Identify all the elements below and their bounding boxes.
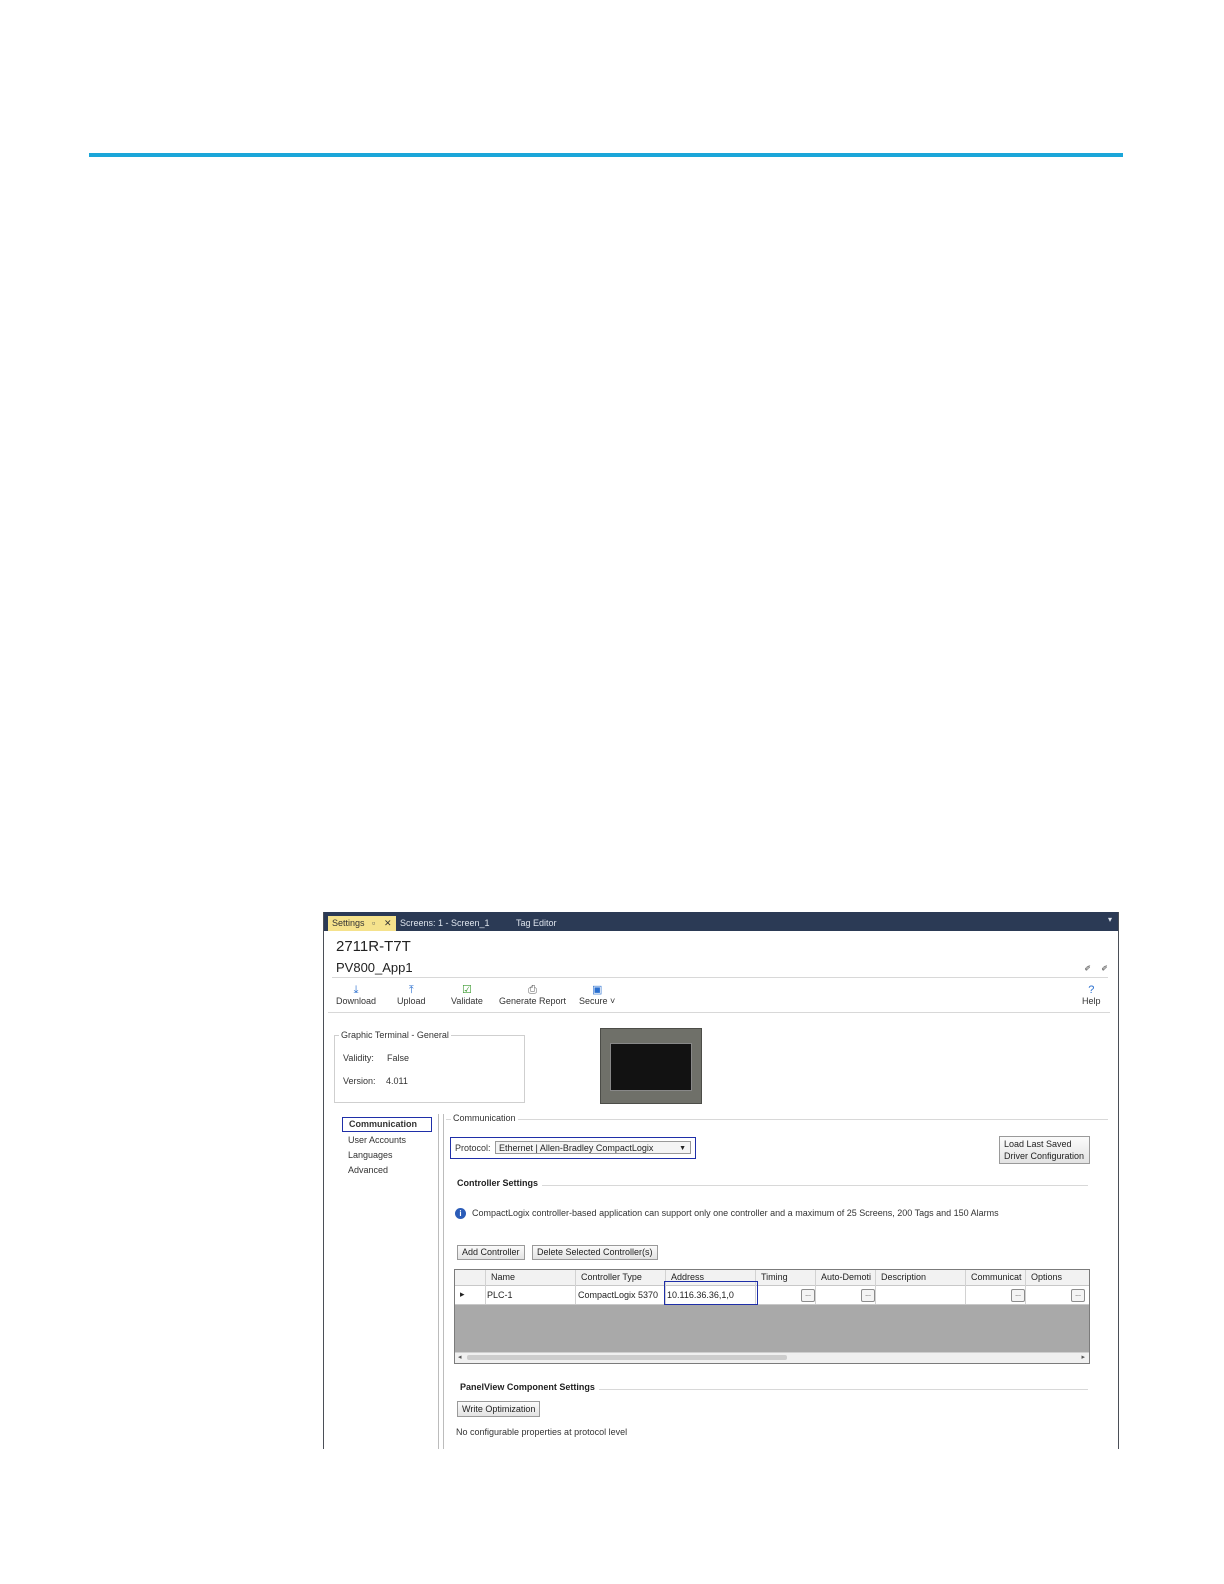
validate-label: Validate (451, 996, 483, 1006)
help-button[interactable]: ? Help (1082, 984, 1101, 1006)
write-optimization-button[interactable]: Write Optimization (457, 1401, 541, 1417)
nav-languages[interactable]: Languages (348, 1150, 393, 1160)
column-divider (575, 1270, 576, 1304)
options-ellipsis-button[interactable]: ... (1071, 1289, 1085, 1302)
protocol-highlight: Protocol: Ethernet | Allen-Bradley Compa… (450, 1137, 696, 1159)
column-divider (485, 1270, 486, 1304)
protocol-label: Protocol: (455, 1143, 491, 1153)
cell-controller-type[interactable]: CompactLogix 5370 (578, 1290, 658, 1300)
upload-label: Upload (397, 996, 426, 1006)
download-button[interactable]: ⤓ Download (336, 984, 376, 1006)
divider (458, 1185, 1088, 1186)
scrollbar-thumb[interactable] (467, 1355, 787, 1360)
general-group-title: Graphic Terminal - General (339, 1030, 451, 1040)
address-highlight (664, 1281, 758, 1305)
tab-screens[interactable]: Screens: 1 - Screen_1 (394, 916, 496, 931)
column-divider (1025, 1270, 1026, 1304)
communication-title: Communication (451, 1113, 518, 1123)
table-row[interactable]: ▸ PLC-1 CompactLogix 5370 10.116.36.36,1… (455, 1286, 1089, 1305)
info-text: CompactLogix controller-based applicatio… (472, 1208, 999, 1218)
lock-icon: ▣ (591, 984, 603, 996)
validity-value: False (387, 1053, 410, 1063)
help-icon: ? (1088, 984, 1095, 996)
table-header: Name Controller Type Address Timing Auto… (455, 1270, 1089, 1286)
divider (332, 977, 1108, 978)
edit-icon[interactable]: ✐ ✐ (1084, 964, 1112, 973)
communication-ellipsis-button[interactable]: ... (1011, 1289, 1025, 1302)
ccw-settings-screenshot: Settings ▫ ✕ Screens: 1 - Screen_1 Tag E… (323, 912, 1119, 1449)
version-label: Version: (343, 1076, 376, 1086)
divider (446, 1119, 1108, 1120)
nav-user-accounts[interactable]: User Accounts (348, 1135, 406, 1145)
upload-icon: ⤒ (408, 984, 414, 996)
timing-ellipsis-button[interactable]: ... (801, 1289, 815, 1302)
nav-advanced[interactable]: Advanced (348, 1165, 388, 1175)
header-rule (89, 153, 1123, 157)
protocol-select[interactable]: Ethernet | Allen-Bradley CompactLogix ▼ (495, 1141, 691, 1154)
splitter[interactable] (438, 1114, 439, 1449)
column-controller-type[interactable]: Controller Type (581, 1272, 642, 1282)
column-options[interactable]: Options (1031, 1272, 1062, 1282)
scroll-left-icon[interactable]: ◂ (458, 1353, 462, 1361)
auto-demotion-ellipsis-button[interactable]: ... (861, 1289, 875, 1302)
protocol-value: Ethernet | Allen-Bradley CompactLogix (499, 1143, 654, 1153)
add-controller-button[interactable]: Add Controller (457, 1245, 525, 1260)
tab-strip: Settings ▫ ✕ Screens: 1 - Screen_1 Tag E… (324, 912, 1118, 931)
column-divider (965, 1270, 966, 1304)
nav-communication[interactable]: Communication (342, 1117, 432, 1132)
chevron-down-icon[interactable]: ▾ (1108, 915, 1112, 924)
column-timing[interactable]: Timing (761, 1272, 788, 1282)
column-divider (875, 1270, 876, 1304)
row-indicator-icon: ▸ (460, 1289, 465, 1299)
column-auto-demotion[interactable]: Auto-Demoti (821, 1272, 873, 1282)
validity-label: Validity: (343, 1053, 374, 1063)
version-value: 4.011 (386, 1076, 408, 1086)
scroll-right-icon[interactable]: ▸ (1081, 1353, 1085, 1361)
tab-settings-label: Settings (332, 918, 365, 928)
column-divider (815, 1270, 816, 1304)
tab-settings[interactable]: Settings ▫ ✕ (328, 916, 396, 931)
splitter (443, 1114, 444, 1449)
controller-table: Name Controller Type Address Timing Auto… (454, 1269, 1090, 1364)
validate-button[interactable]: ☑ Validate (451, 984, 483, 1006)
load-last-saved-label-2: Driver Configuration (1004, 1151, 1085, 1161)
column-description[interactable]: Description (881, 1272, 926, 1282)
validate-icon: ☑ (461, 984, 472, 996)
printer-icon: ⎙ (528, 984, 537, 996)
device-model-title: 2711R-T7T (336, 938, 411, 955)
info-icon: i (455, 1208, 466, 1219)
controller-settings-title: Controller Settings (457, 1178, 543, 1188)
divider (328, 1012, 1110, 1013)
application-name: PV800_App1 (336, 960, 413, 975)
load-last-saved-label: Load Last Saved (1004, 1139, 1072, 1149)
help-label: Help (1082, 996, 1101, 1006)
column-name[interactable]: Name (491, 1272, 515, 1282)
upload-button[interactable]: ⤒ Upload (397, 984, 426, 1006)
generate-report-button[interactable]: ⎙ Generate Report (499, 984, 566, 1006)
load-last-saved-button[interactable]: Load Last Saved Driver Configuration (999, 1136, 1090, 1164)
generate-report-label: Generate Report (499, 996, 567, 1006)
chevron-down-icon: ▼ (679, 1145, 686, 1152)
delete-controllers-button[interactable]: Delete Selected Controller(s) (532, 1245, 658, 1260)
tab-tag-editor[interactable]: Tag Editor (510, 916, 563, 931)
no-properties-text: No configurable properties at protocol l… (456, 1427, 628, 1437)
pin-icon[interactable]: ▫ (372, 916, 375, 931)
terminal-image (600, 1028, 702, 1104)
download-icon: ⤓ (353, 984, 359, 996)
general-group (334, 1035, 525, 1103)
panelview-settings-title: PanelView Component Settings (460, 1382, 599, 1392)
download-label: Download (336, 996, 377, 1006)
column-communication[interactable]: Communicat (971, 1272, 1025, 1282)
cell-name[interactable]: PLC-1 (487, 1290, 513, 1300)
secure-button[interactable]: ▣ Secure ˅ (579, 984, 615, 1006)
secure-label: Secure ˅ (579, 996, 616, 1006)
horizontal-scrollbar[interactable]: ◂ ▸ (455, 1352, 1089, 1363)
terminal-screen (610, 1043, 692, 1091)
close-icon[interactable]: ✕ (384, 916, 392, 931)
